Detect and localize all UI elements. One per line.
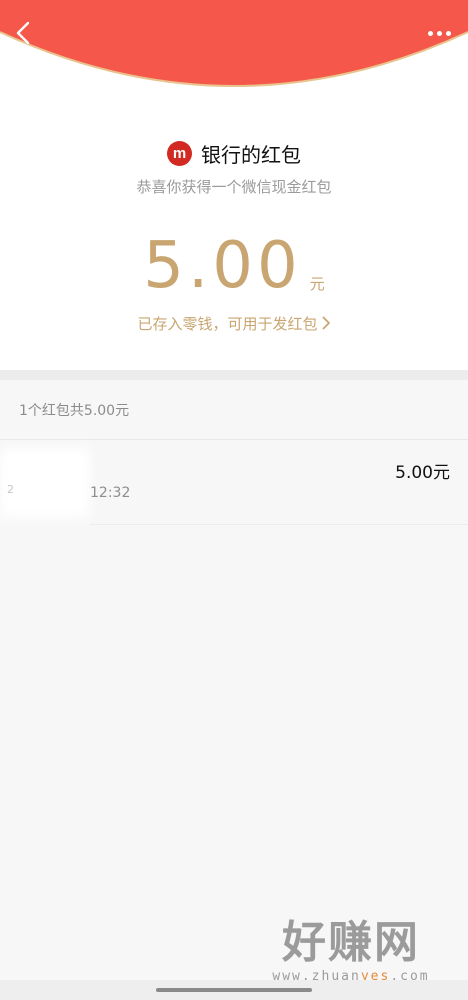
envelope-message: 恭喜你获得一个微信现金红包 [136, 178, 332, 196]
list-item[interactable]: 2 12:32 5.00元 [0, 440, 468, 525]
item-divider [90, 524, 468, 525]
receiver-list: 1个红包共5.00元 2 12:32 5.00元 [0, 380, 468, 980]
site-watermark: 好赚网 www.zhuanyes.com [256, 918, 446, 986]
amount-display: 5.00 元 [0, 226, 468, 306]
saved-to-change-link[interactable]: 已存入零钱，可用于发红包 [0, 312, 468, 334]
home-indicator[interactable] [156, 988, 312, 992]
saved-to-change-label: 已存入零钱，可用于发红包 [137, 314, 318, 333]
red-envelope-top [0, 0, 468, 87]
envelope-detail-header: m 银行的红包 恭喜你获得一个微信现金红包 5.00 元 已存入零钱，可用于发红… [0, 0, 468, 370]
receiver-name: 2 [7, 483, 14, 496]
amount-unit: 元 [309, 275, 325, 293]
back-button[interactable] [8, 18, 38, 48]
chevron-left-icon [16, 21, 30, 45]
sender-row: m 银行的红包 [0, 136, 468, 170]
sender-name: 银行的红包 [201, 142, 301, 167]
more-dots-icon [427, 30, 433, 36]
watermark-title: 好赚网 [282, 917, 420, 968]
sender-logo: m [167, 140, 192, 166]
receive-time: 12:32 [90, 485, 131, 501]
receive-amount: 5.00元 [395, 463, 450, 483]
amount-value: 5.00 [143, 229, 302, 303]
more-options-button[interactable] [422, 18, 456, 48]
list-summary: 1个红包共5.00元 [19, 403, 130, 419]
section-divider [0, 370, 468, 380]
chevron-right-icon [322, 316, 331, 330]
